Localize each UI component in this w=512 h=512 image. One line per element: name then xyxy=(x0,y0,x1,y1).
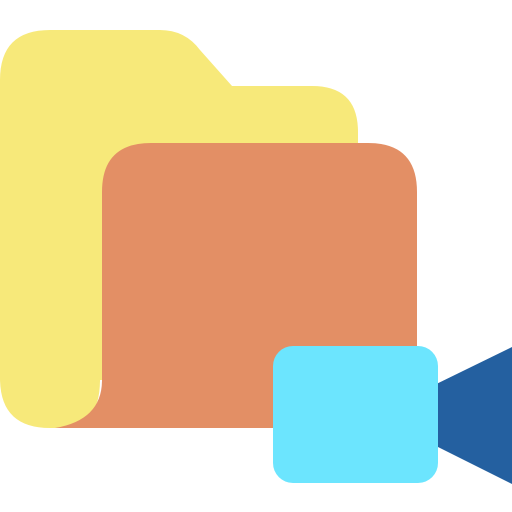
video-folder-icon xyxy=(0,30,512,484)
video-camera-body-icon xyxy=(273,346,438,483)
icon-canvas xyxy=(0,0,512,512)
